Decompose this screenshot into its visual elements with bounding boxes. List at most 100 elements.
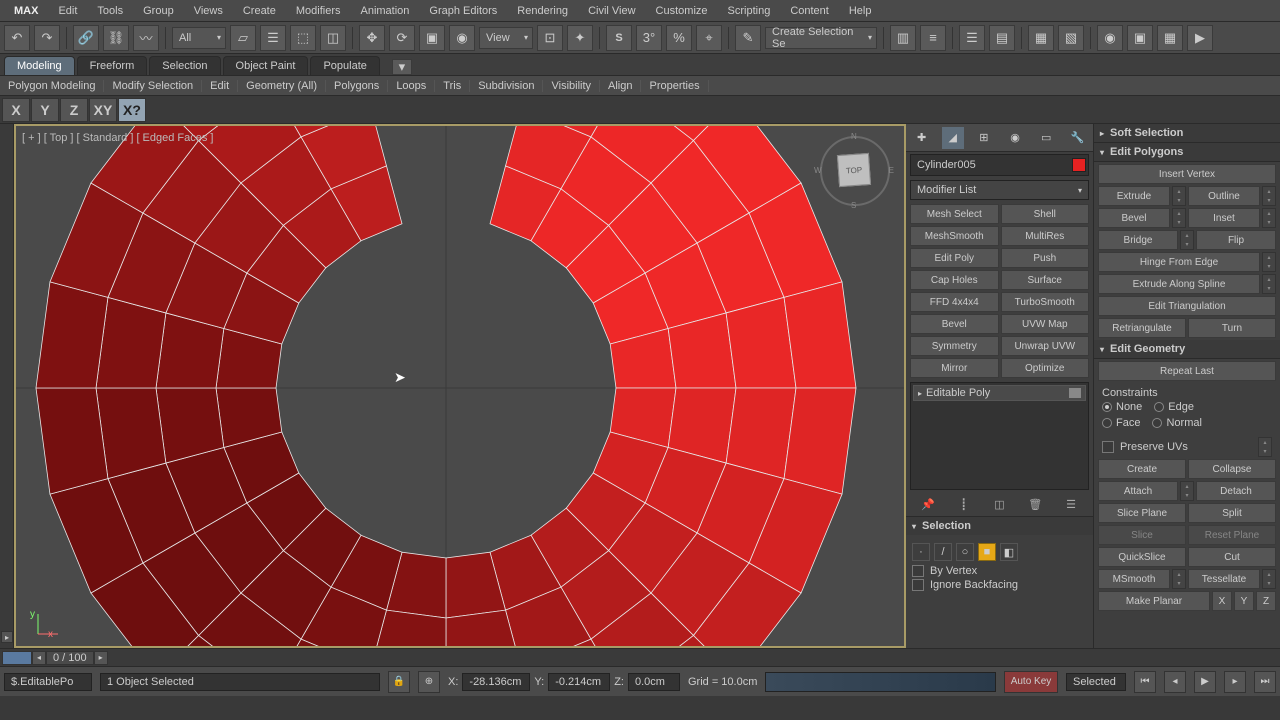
modifier-list-drop[interactable]: Modifier List▾ <box>910 180 1089 200</box>
bridge-settings[interactable]: ▴▾ <box>1180 230 1194 250</box>
tab-selection[interactable]: Selection <box>149 56 220 75</box>
redo-button[interactable]: ↷ <box>34 25 60 51</box>
msmooth-settings[interactable]: ▴▾ <box>1172 569 1186 589</box>
tessellate-settings[interactable]: ▴▾ <box>1262 569 1276 589</box>
schematic-button[interactable]: ▧ <box>1058 25 1084 51</box>
coord-x-field[interactable]: -28.136cm <box>462 673 530 691</box>
bevel-settings[interactable]: ▴▾ <box>1172 208 1186 228</box>
slice-plane-button[interactable]: Slice Plane <box>1098 503 1186 523</box>
bridge-button[interactable]: Bridge <box>1098 230 1178 250</box>
rotate-button[interactable]: ⟳ <box>389 25 415 51</box>
selection-set-drop[interactable]: Create Selection Se <box>765 27 877 49</box>
show-result-icon[interactable]: ┋ <box>955 495 973 513</box>
tab-freeform[interactable]: Freeform <box>77 56 148 75</box>
tab-object-paint[interactable]: Object Paint <box>223 56 309 75</box>
tab-modeling[interactable]: Modeling <box>4 56 75 75</box>
selection-filter-drop[interactable]: All <box>172 27 226 49</box>
extrude-button[interactable]: Extrude <box>1098 186 1170 206</box>
curve-editor-button[interactable]: ▦ <box>1028 25 1054 51</box>
prev-frame-button[interactable]: ◂ <box>1164 671 1186 693</box>
subobj-edge-icon[interactable]: / <box>934 543 952 561</box>
menu-tools[interactable]: Tools <box>87 5 133 17</box>
scene-explorer-button[interactable]: ▤ <box>989 25 1015 51</box>
mod-push[interactable]: Push <box>1001 248 1090 268</box>
extrude-spline-settings[interactable]: ▴▾ <box>1262 274 1276 294</box>
menu-scripting[interactable]: Scripting <box>718 5 781 17</box>
attach-settings[interactable]: ▴▾ <box>1180 481 1194 501</box>
track-prev-button[interactable]: ◂ <box>32 651 46 665</box>
flip-button[interactable]: Flip <box>1196 230 1276 250</box>
layers-button[interactable]: ☰ <box>959 25 985 51</box>
mod-mesh-select[interactable]: Mesh Select <box>910 204 999 224</box>
time-slider-handle[interactable] <box>2 651 32 665</box>
utilities-panel-icon[interactable]: 🔧 <box>1066 127 1088 149</box>
mod-symmetry[interactable]: Symmetry <box>910 336 999 356</box>
menu-edit[interactable]: Edit <box>48 5 87 17</box>
mod-turbosmooth[interactable]: TurboSmooth <box>1001 292 1090 312</box>
viewport-label[interactable]: [ + ] [ Top ] [ Standard ] [ Edged Faces… <box>22 132 214 144</box>
outline-settings[interactable]: ▴▾ <box>1262 186 1276 206</box>
ribbon-align[interactable]: Align <box>600 80 641 92</box>
bevel-button[interactable]: Bevel <box>1098 208 1170 228</box>
quickslice-button[interactable]: QuickSlice <box>1098 547 1186 567</box>
mod-edit-poly[interactable]: Edit Poly <box>910 248 999 268</box>
select-region-button[interactable]: ⬚ <box>290 25 316 51</box>
ribbon-geometry-all[interactable]: Geometry (All) <box>238 80 326 92</box>
menu-views[interactable]: Views <box>184 5 233 17</box>
menu-create[interactable]: Create <box>233 5 286 17</box>
stack-editable-poly[interactable]: ▸Editable Poly <box>913 385 1086 401</box>
mod-shell[interactable]: Shell <box>1001 204 1090 224</box>
play-button[interactable]: ▶ <box>1194 671 1216 693</box>
edit-tri-button[interactable]: Edit Triangulation <box>1098 296 1276 316</box>
mod-uvw-map[interactable]: UVW Map <box>1001 314 1090 334</box>
retriangulate-button[interactable]: Retriangulate <box>1098 318 1186 338</box>
menu-max[interactable]: MAX <box>4 5 48 17</box>
object-color-swatch[interactable] <box>1072 158 1086 172</box>
rollout-selection-header[interactable]: ▾Selection <box>906 516 1093 535</box>
goto-start-button[interactable]: ⏮ <box>1134 671 1156 693</box>
split-button[interactable]: Split <box>1188 503 1276 523</box>
planar-z-button[interactable]: Z <box>1256 591 1276 611</box>
mod-optimize[interactable]: Optimize <box>1001 358 1090 378</box>
subobj-element-icon[interactable]: ◧ <box>1000 543 1018 561</box>
menu-help[interactable]: Help <box>839 5 882 17</box>
ref-coord-drop[interactable]: View <box>479 27 533 49</box>
slice-button[interactable]: Slice <box>1098 525 1186 545</box>
expand-left-button[interactable]: ▸ <box>1 631 13 643</box>
axis-xy-button[interactable]: XY <box>89 98 117 122</box>
subobj-vertex-icon[interactable]: · <box>912 543 930 561</box>
ribbon-properties[interactable]: Properties <box>641 80 708 92</box>
extrude-settings[interactable]: ▴▾ <box>1172 186 1186 206</box>
inset-button[interactable]: Inset <box>1188 208 1260 228</box>
create-panel-icon[interactable]: ✚ <box>911 127 933 149</box>
transform-type-icon[interactable]: ⊕ <box>418 671 440 693</box>
ribbon-visibility[interactable]: Visibility <box>543 80 600 92</box>
unlink-button[interactable]: ⛓ <box>103 25 129 51</box>
motion-panel-icon[interactable]: ◉ <box>1004 127 1026 149</box>
lock-selection-icon[interactable]: 🔒 <box>388 671 410 693</box>
window-crossing-button[interactable]: ◫ <box>320 25 346 51</box>
time-slider[interactable]: ◂ 0 / 100 ▸ <box>0 648 1280 666</box>
edit-selset-button[interactable]: ✎ <box>735 25 761 51</box>
bind-button[interactable]: 〰 <box>133 25 159 51</box>
spinner-snap-button[interactable]: ⌖ <box>696 25 722 51</box>
coord-y-field[interactable]: -0.214cm <box>548 673 610 691</box>
view-cube[interactable]: TOP N S W E <box>820 136 890 206</box>
select-object-button[interactable]: ▱ <box>230 25 256 51</box>
ribbon-tris[interactable]: Tris <box>435 80 470 92</box>
planar-y-button[interactable]: Y <box>1234 591 1254 611</box>
outline-button[interactable]: Outline <box>1188 186 1260 206</box>
track-bar[interactable] <box>765 672 996 692</box>
next-frame-button[interactable]: ▸ <box>1224 671 1246 693</box>
config-mod-icon[interactable]: ☰ <box>1062 495 1080 513</box>
viewport[interactable]: [ + ] [ Top ] [ Standard ] [ Edged Faces… <box>14 124 906 648</box>
turn-button[interactable]: Turn <box>1188 318 1276 338</box>
preserve-uvs-check[interactable]: Preserve UVs▴▾ <box>1102 437 1272 457</box>
attach-button[interactable]: Attach <box>1098 481 1178 501</box>
inset-settings[interactable]: ▴▾ <box>1262 208 1276 228</box>
reset-plane-button[interactable]: Reset Plane <box>1188 525 1276 545</box>
create-button[interactable]: Create <box>1098 459 1186 479</box>
planar-x-button[interactable]: X <box>1212 591 1232 611</box>
constraint-none-radio[interactable]: None <box>1102 401 1142 413</box>
menu-customize[interactable]: Customize <box>646 5 718 17</box>
